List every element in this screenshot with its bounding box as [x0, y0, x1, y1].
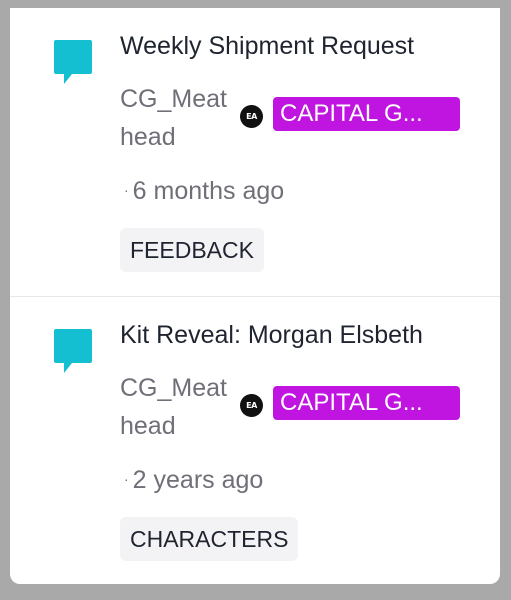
- category-tag[interactable]: CHARACTERS: [120, 517, 299, 561]
- thread-item[interactable]: Kit Reveal: Morgan Elsbeth CG_Meathead E…: [10, 296, 500, 584]
- timestamp-text: 6 months ago: [132, 177, 285, 205]
- separator-dot: ·: [124, 182, 129, 199]
- thread-list-card: Weekly Shipment Request CG_Meathead EA C…: [10, 8, 500, 584]
- role-badge: CAPITAL G...: [273, 97, 460, 131]
- author-name[interactable]: CG_Meathead: [120, 80, 232, 156]
- timestamp-text: 2 years ago: [132, 466, 264, 494]
- separator-dot: ·: [124, 471, 129, 488]
- chat-bubble-icon: [54, 329, 92, 373]
- thread-item[interactable]: Weekly Shipment Request CG_Meathead EA C…: [10, 8, 500, 296]
- chat-bubble-icon: [54, 40, 92, 84]
- ea-logo-icon: EA: [240, 394, 263, 417]
- timestamp: · 2 years ago: [124, 466, 263, 495]
- thread-title[interactable]: Kit Reveal: Morgan Elsbeth: [120, 321, 423, 350]
- role-badge: CAPITAL G...: [273, 386, 460, 420]
- category-tag[interactable]: FEEDBACK: [120, 228, 264, 272]
- ea-logo-icon: EA: [240, 105, 263, 128]
- timestamp: · 6 months ago: [124, 177, 284, 206]
- thread-title[interactable]: Weekly Shipment Request: [120, 32, 414, 61]
- author-name[interactable]: CG_Meathead: [120, 369, 232, 445]
